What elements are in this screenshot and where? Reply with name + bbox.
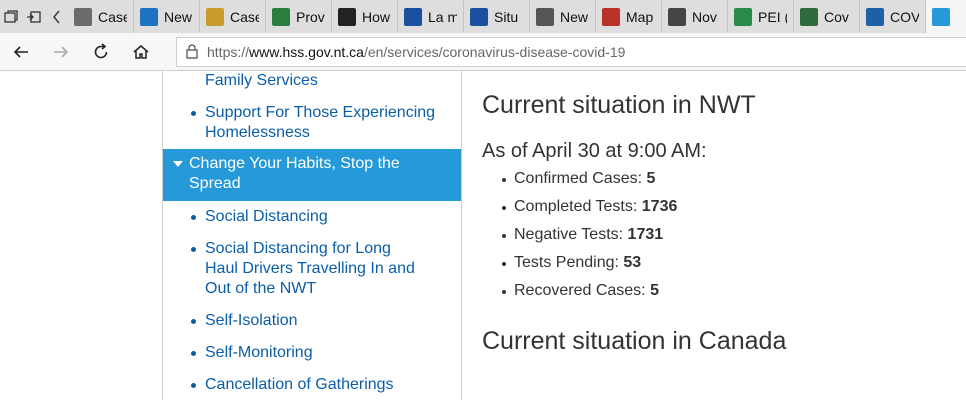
address-bar[interactable]: https://www.hss.gov.nt.ca/en/services/co… (176, 37, 966, 67)
stat-label: Confirmed Cases: (514, 170, 643, 187)
tab-label: New (560, 8, 589, 25)
tab-label: Situ (494, 8, 519, 25)
nwt-icon (932, 7, 951, 26)
browser-tab[interactable]: COV (860, 0, 927, 33)
tab-label: Case (230, 8, 259, 25)
pei-icon (734, 7, 753, 26)
browser-tab[interactable]: How (332, 0, 399, 33)
bullet-icon (502, 206, 506, 210)
grid-icon (536, 7, 555, 26)
url-path: /en/services/coronavirus-disease-covid-1… (363, 44, 626, 60)
heading-canada: Current situation in Canada (482, 327, 787, 355)
sidebar-item-label[interactable]: Self-Isolation (205, 311, 445, 331)
tab-label: New (164, 8, 193, 25)
stat-label: Recovered Cases: (514, 282, 646, 299)
government-icon (866, 7, 885, 26)
lock-icon[interactable] (185, 43, 199, 62)
stat-value: 1731 (627, 226, 664, 243)
sidebar-item-label[interactable]: Support For Those Experiencing Homelessn… (205, 103, 445, 143)
browser-tab[interactable]: Case (68, 0, 135, 33)
stat-label: Tests Pending: (514, 254, 619, 271)
sidebar-item-label[interactable]: Social Distancing for Long Haul Drivers … (205, 239, 425, 299)
bullet-icon (191, 351, 196, 356)
tab-strip: Case New Case Prov How La m Situ New Map Nov PEI (… (0, 0, 966, 33)
sidebar-item-label[interactable]: Change Your Habits, Stop the Spread (189, 154, 449, 194)
stat-row: Negative Tests: 1731 (514, 226, 663, 244)
tab-label: How (362, 8, 391, 25)
browser-tab[interactable]: Prov (266, 0, 333, 33)
sidebar-item-label[interactable]: Cancellation of Gatherings (205, 375, 445, 395)
browser-tab[interactable]: Nov (662, 0, 729, 33)
bullet-icon (502, 290, 506, 294)
url-protocol: https:// (207, 44, 250, 60)
globe-icon (800, 7, 819, 26)
sidebar-item-label[interactable]: Family Services (205, 71, 445, 91)
stat-row: Recovered Cases: 5 (514, 282, 659, 300)
bullet-icon (502, 262, 506, 266)
flag-icon (272, 7, 291, 26)
stat-value: 5 (650, 282, 659, 299)
set-tabs-aside-icon[interactable] (23, 0, 46, 33)
bullet-icon (191, 247, 196, 252)
stat-value: 5 (646, 170, 656, 187)
stat-row: Tests Pending: 53 (514, 254, 641, 272)
tab-label: COV (890, 8, 920, 25)
refresh-icon[interactable] (86, 37, 116, 67)
sidebar-item-label[interactable]: Social Distancing (205, 207, 445, 227)
bullet-icon (191, 319, 196, 324)
tab-label: Cov (824, 8, 849, 25)
tab-label: Prov (296, 8, 325, 25)
tab-actions-icon[interactable] (0, 0, 23, 33)
page-content: Family Services Support For Those Experi… (0, 71, 966, 400)
sidebar-item-label[interactable]: Self-Monitoring (205, 343, 445, 363)
url-host: www.hss.gov.nt.ca (249, 44, 364, 60)
as-of-date: As of April 30 at 9:00 AM: (482, 140, 707, 162)
caret-down-icon (173, 161, 183, 167)
browser-tab[interactable]: Situ (464, 0, 531, 33)
sidebar-item-change-your-habits[interactable]: Change Your Habits, Stop the Spread (163, 149, 461, 201)
browser-tab[interactable]: New (530, 0, 597, 33)
back-icon[interactable] (6, 37, 36, 67)
bullet-icon (191, 111, 196, 116)
stat-value: 1736 (641, 198, 678, 215)
fleur-de-lis-icon (470, 7, 489, 26)
sidebar-nav: Family Services Support For Those Experi… (162, 71, 462, 400)
chart-icon (140, 7, 159, 26)
navigation-bar: https://www.hss.gov.nt.ca/en/services/co… (0, 33, 966, 71)
document-icon (206, 7, 225, 26)
scroll-tabs-left-icon[interactable] (45, 0, 68, 33)
shield-icon (338, 7, 357, 26)
bullet-icon (191, 215, 196, 220)
fleur-de-lis-icon (404, 7, 423, 26)
bullet-icon (502, 178, 506, 182)
tab-label: Case (98, 8, 127, 25)
browser-tab[interactable]: Cov (794, 0, 861, 33)
tab-label: La m (428, 8, 458, 25)
bullet-icon (191, 383, 196, 388)
tab-label: Map (626, 8, 654, 25)
stat-row: Completed Tests: 1736 (514, 198, 677, 216)
stat-label: Completed Tests: (514, 198, 638, 215)
browser-tab[interactable] (926, 0, 966, 33)
tab-label: Nov (692, 8, 717, 25)
browser-tab[interactable]: La m (398, 0, 465, 33)
browser-tab[interactable]: Map (596, 0, 663, 33)
envelope-icon (668, 7, 687, 26)
browser-tab[interactable]: Case (200, 0, 267, 33)
browser-tab[interactable]: PEI ( (728, 0, 795, 33)
bullet-icon (502, 234, 506, 238)
home-icon[interactable] (126, 37, 156, 67)
stat-label: Negative Tests: (514, 226, 624, 243)
stat-row: Confirmed Cases: 5 (514, 170, 655, 188)
map-pin-icon (602, 7, 621, 26)
tab-label: PEI ( (758, 8, 788, 25)
heading-nwt: Current situation in NWT (482, 91, 756, 119)
stat-value: 53 (623, 254, 642, 271)
forward-icon[interactable] (46, 37, 76, 67)
document-icon (74, 7, 93, 26)
browser-tab[interactable]: New (134, 0, 201, 33)
